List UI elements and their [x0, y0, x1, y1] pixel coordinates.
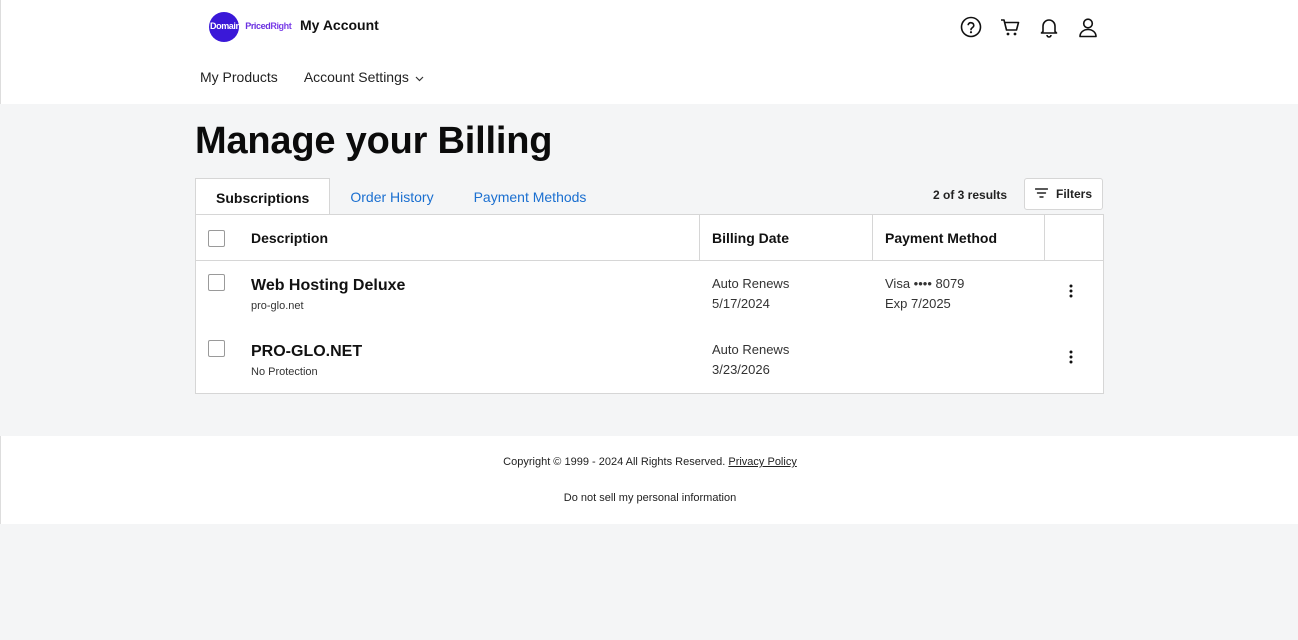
bell-icon[interactable]: [1037, 14, 1061, 40]
column-divider: [1044, 215, 1045, 261]
payment-card: Visa •••• 8079: [885, 276, 965, 291]
results-count: 2 of 3 results: [933, 188, 1008, 202]
app-title: My Account: [300, 17, 379, 33]
tab-payment-methods[interactable]: Payment Methods: [454, 178, 607, 215]
tab-subscriptions[interactable]: Subscriptions: [195, 178, 331, 216]
subscription-name: Web Hosting Deluxe: [251, 277, 406, 294]
table-row: PRO-GLO.NET No Protection Auto Renews 3/…: [196, 328, 1103, 394]
row-checkbox[interactable]: [208, 340, 225, 357]
billing-status: Auto Renews: [712, 276, 790, 291]
header-billing-date: Billing Date: [712, 230, 790, 246]
payment-expiry: Exp 7/2025: [885, 296, 951, 311]
header: DomainsPricedRight My Account My Product…: [0, 0, 1298, 104]
column-divider: [872, 215, 873, 261]
header-icons: [959, 14, 1100, 40]
logo-text: DomainsPricedRight: [210, 21, 292, 31]
nav-account-settings[interactable]: Account Settings: [304, 69, 424, 85]
subscription-detail: No Protection: [251, 366, 318, 378]
column-divider: [699, 215, 700, 261]
row-checkbox[interactable]: [208, 274, 225, 291]
select-all-checkbox[interactable]: [208, 230, 225, 247]
subscription-name: PRO-GLO.NET: [251, 343, 363, 360]
top-nav: My Products Account Settings: [200, 69, 424, 85]
chevron-down-icon: [415, 69, 424, 85]
page-title: Manage your Billing: [195, 120, 553, 162]
table-row: Web Hosting Deluxe pro-glo.net Auto Rene…: [196, 262, 1103, 328]
tab-order-history[interactable]: Order History: [330, 178, 453, 215]
subscriptions-table: Description Billing Date Payment Method …: [195, 214, 1104, 394]
help-icon[interactable]: [959, 14, 983, 40]
brand-logo[interactable]: DomainsPricedRight: [208, 11, 292, 43]
billing-date: 3/23/2026: [712, 362, 770, 377]
table-header: Description Billing Date Payment Method: [196, 215, 1103, 261]
billing-status: Auto Renews: [712, 342, 790, 357]
header-payment-method: Payment Method: [885, 230, 998, 246]
filters-button[interactable]: Filters: [1024, 178, 1103, 210]
row-menu-icon[interactable]: [1061, 345, 1081, 369]
copyright: Copyright © 1999 - 2024 All Rights Reser…: [503, 456, 797, 468]
nav-my-products[interactable]: My Products: [200, 69, 278, 85]
user-icon[interactable]: [1076, 14, 1100, 40]
header-description: Description: [251, 230, 329, 246]
row-menu-icon[interactable]: [1061, 279, 1081, 303]
billing-tabs: Subscriptions Order History Payment Meth…: [195, 178, 607, 216]
do-not-sell-link[interactable]: Do not sell my personal information: [1, 492, 1298, 504]
billing-date: 5/17/2024: [712, 296, 770, 311]
subscription-detail: pro-glo.net: [251, 300, 304, 312]
footer: Copyright © 1999 - 2024 All Rights Reser…: [0, 436, 1298, 524]
filter-icon: [1034, 187, 1049, 201]
privacy-policy-link[interactable]: Privacy Policy: [728, 456, 796, 468]
cart-icon[interactable]: [998, 14, 1022, 40]
